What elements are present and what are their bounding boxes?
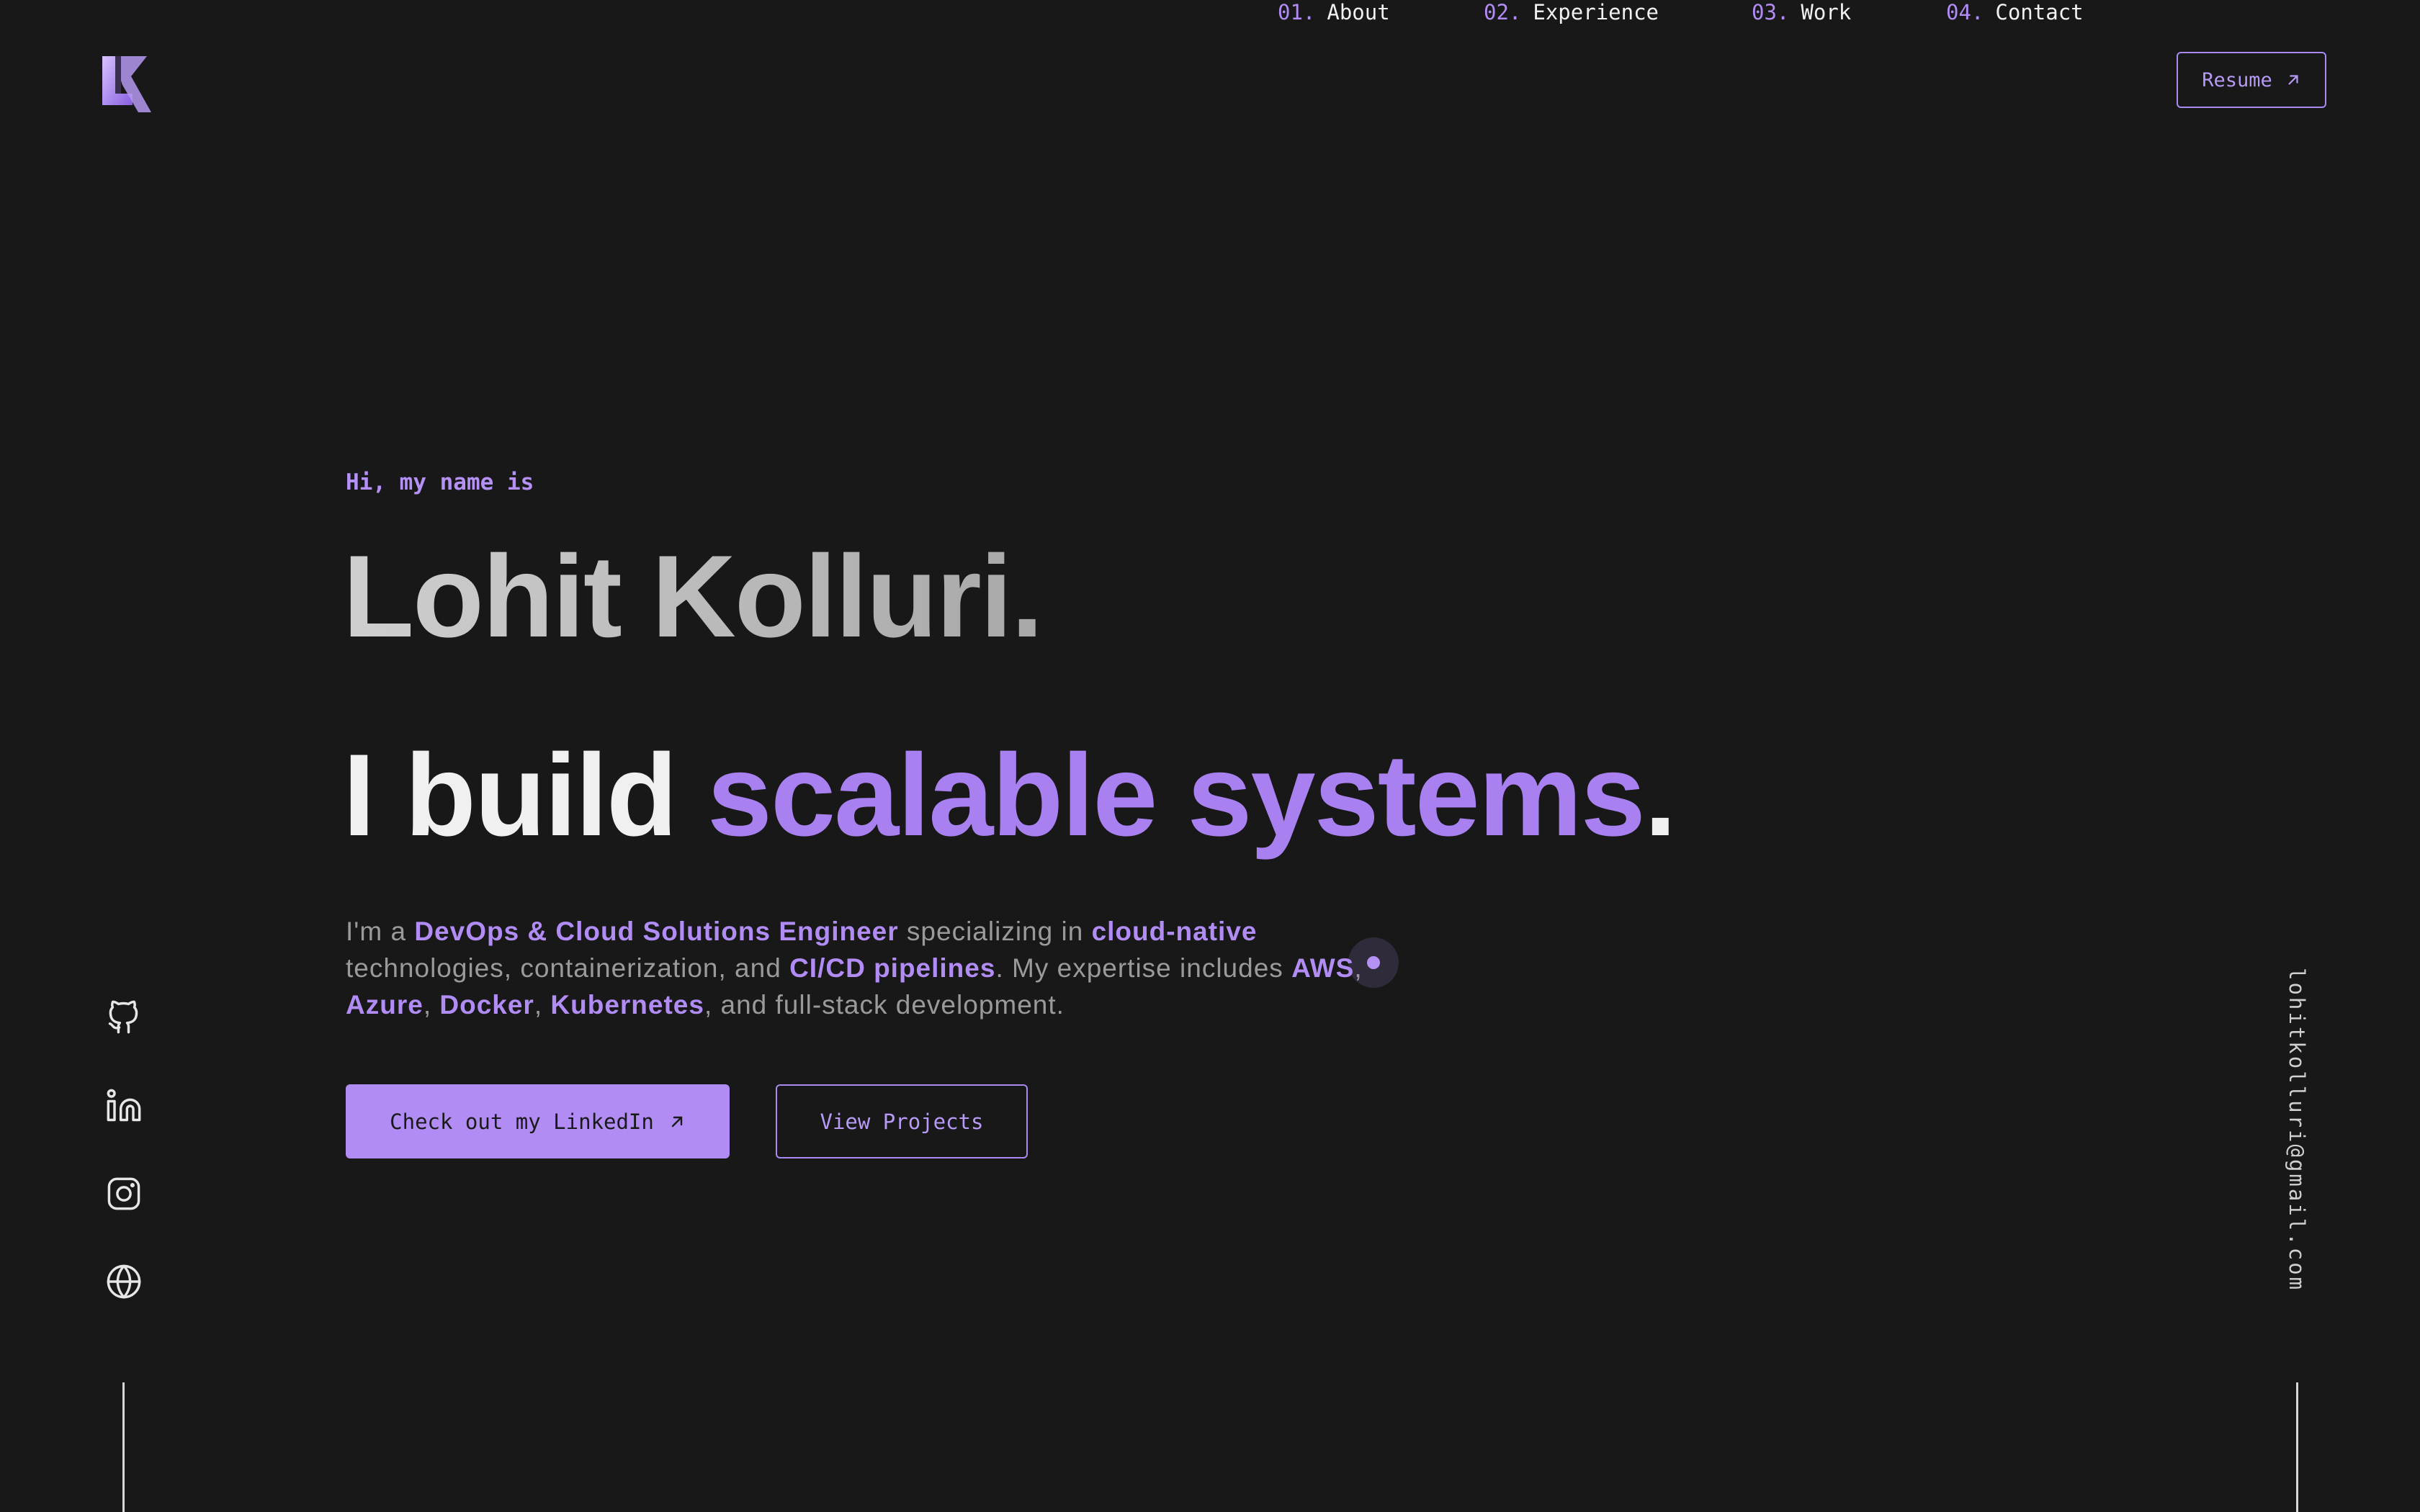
nav-number: 01. [1278,0,1316,24]
bio-text: technologies, containerization, and [346,953,790,983]
view-projects-button[interactable]: View Projects [776,1084,1028,1158]
cta-secondary-label: View Projects [820,1109,984,1134]
hero-tagline: I build scalable systems. [343,737,1677,854]
bio-text: . My expertise includes [995,953,1292,983]
bio-text: specializing in [898,917,1092,946]
hero-name: Lohit Kolluri. [343,531,1044,662]
logo[interactable] [99,52,156,112]
nav-item-contact[interactable]: 04. Contact [1946,0,2084,24]
bio-text: , and full-stack development. [704,990,1065,1020]
linkedin-icon [107,1089,141,1122]
hero-bio: I'm a DevOps & Cloud Solutions Engineer … [346,913,1412,1023]
cta-primary-label: Check out my LinkedIn [390,1109,654,1134]
bio-highlight: AWS [1291,953,1355,983]
github-link[interactable] [102,995,145,1038]
cursor-dot [1367,956,1380,969]
resume-label: Resume [2202,68,2272,91]
nav-label: Work [1801,0,1852,24]
arrow-up-right-icon [671,1116,683,1127]
nav-number: 03. [1752,0,1790,24]
right-divider-line [2296,1382,2298,1512]
bio-highlight: Azure [346,990,424,1020]
resume-button[interactable]: Resume [2177,52,2326,108]
bio-text: , [423,990,440,1020]
bio-text: , [534,990,551,1020]
instagram-link[interactable] [102,1172,145,1215]
nav-item-about[interactable]: 01. About [1278,0,1390,24]
bio-highlight: cloud-native [1091,917,1258,946]
linkedin-cta-button[interactable]: Check out my LinkedIn [346,1084,730,1158]
nav-label: Experience [1533,0,1659,24]
bio-highlight: Kubernetes [550,990,704,1020]
nav-item-experience[interactable]: 02. Experience [1484,0,1659,24]
linkedin-link[interactable] [102,1084,145,1128]
email-link[interactable]: lohitkolluri@gmail.com [2276,968,2318,1306]
tagline-end: . [1644,730,1677,860]
bio-text: I'm a [346,917,415,946]
bio-highlight: DevOps & Cloud Solutions Engineer [414,917,899,946]
tagline-highlight: scalable systems [707,730,1646,860]
nav-number: 04. [1946,0,1984,24]
left-divider-line [122,1382,125,1512]
globe-icon [107,1264,141,1299]
instagram-icon [107,1177,140,1210]
github-icon [108,1000,138,1034]
greeting: Hi, my name is [346,469,534,495]
arrow-up-right-icon [2288,75,2298,85]
bio-highlight: CI/CD pipelines [789,953,996,983]
website-link[interactable] [102,1260,145,1303]
nav-label: About [1327,0,1390,24]
nav-item-work[interactable]: 03. Work [1752,0,1851,24]
tagline-plain: I build [343,730,707,860]
bio-highlight: Docker [439,990,534,1020]
nav-number: 02. [1484,0,1522,24]
nav-label: Contact [1995,0,2084,24]
